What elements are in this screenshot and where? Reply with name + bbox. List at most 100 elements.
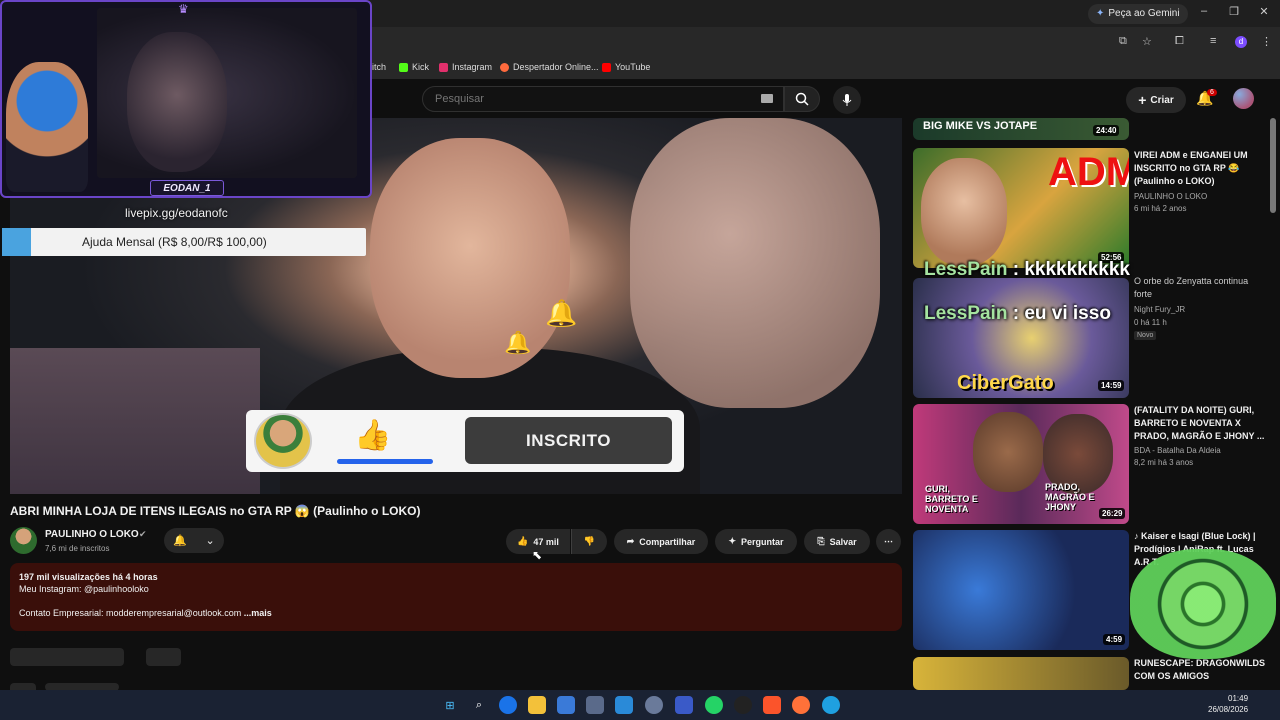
create-label: Criar	[1150, 94, 1174, 106]
video-title: RUNESCAPE: DRAGONWILDS COM OS AMIGOS	[1134, 658, 1266, 681]
save-button[interactable]: ⎘ Salvar	[804, 529, 870, 554]
windows-start-icon[interactable]: ⊞	[441, 696, 459, 714]
channel-name: Night Fury_JR	[1134, 305, 1186, 314]
remote-desktop-icon[interactable]	[615, 696, 633, 714]
bookmark-icon: ⎘	[817, 536, 825, 546]
youtube-icon	[602, 62, 611, 72]
calculator-icon[interactable]	[586, 696, 604, 714]
sparkle-icon: ✦	[728, 536, 737, 546]
channel-avatar[interactable]	[10, 527, 37, 554]
channel-name-link[interactable]: PAULINHO O LOKO	[45, 529, 139, 540]
video-duration: 24:40	[1093, 125, 1120, 136]
create-button[interactable]: + Criar	[1126, 87, 1186, 113]
chevron-down-icon: ⌄	[205, 535, 215, 547]
obs-icon[interactable]	[734, 696, 752, 714]
sidebar-item[interactable]: ADM 52:56 VIREI ADM e ENGANEI UM INSCRIT…	[913, 148, 1279, 268]
video-title: O orbe do Zenyatta continua forte	[1134, 276, 1249, 299]
search-input[interactable]	[422, 86, 784, 112]
media-controls-icon[interactable]: ≡	[1210, 35, 1216, 47]
settings-gear-icon[interactable]	[645, 696, 663, 714]
close-window-icon[interactable]: ✕	[1254, 5, 1274, 18]
thumbs-up-icon: 👍	[354, 419, 392, 452]
streamer-name-tag: EODAN_1	[150, 180, 224, 196]
video-title: (FATALITY DA NOITE) GURI, BARRETO E NOVE…	[1134, 405, 1265, 441]
system-clock[interactable]: 01:49 26/08/2026	[1208, 693, 1248, 715]
profile-avatar[interactable]: d	[1235, 36, 1247, 48]
bookmark-youtube[interactable]: YouTube	[602, 62, 650, 72]
video-duration: 4:59	[1103, 634, 1126, 645]
sidebar-item[interactable]: GURI, BARRETO E NOVENTA PRADO, MAGRÃO E …	[913, 404, 1279, 524]
verified-check-icon: ✔	[139, 529, 147, 539]
whatsapp-icon[interactable]	[705, 696, 723, 714]
microphone-icon	[842, 94, 852, 106]
crown-icon: ♛	[178, 2, 189, 16]
keyboard-icon[interactable]	[761, 94, 773, 103]
share-button[interactable]: ➦ Compartilhar	[614, 529, 708, 554]
account-avatar[interactable]	[1233, 88, 1254, 109]
search-button[interactable]	[784, 86, 820, 112]
dislike-button[interactable]: 👎	[571, 529, 607, 554]
minimize-icon[interactable]: –	[1194, 5, 1214, 17]
sidebar-item[interactable]: RUNESCAPE: DRAGONWILDS COM OS AMIGOS	[913, 657, 1279, 690]
share-label: Compartilhar	[639, 536, 696, 547]
show-more-link[interactable]: ...mais	[244, 608, 272, 618]
bookmark-despertador[interactable]: Despertador Online...	[500, 62, 599, 72]
ask-button[interactable]: ✦ Perguntar	[715, 529, 797, 554]
video-thumbnail: ADM	[913, 148, 1129, 268]
chat-username: LessPain	[924, 259, 1008, 280]
mouse-cursor-icon: ⬉	[532, 548, 543, 562]
notification-count-badge: 6	[1207, 89, 1217, 96]
clock-date: 26/08/2026	[1208, 705, 1249, 714]
ask-gemini-button[interactable]: ✦ Peça ao Gemini	[1088, 4, 1188, 24]
plus-icon: +	[1138, 92, 1147, 108]
sidebar-item[interactable]: BIG MIKE VS JOTAPE 24:40	[913, 118, 1279, 140]
channel-name: BDA - Batalha Da Aldeia	[1134, 446, 1221, 455]
video-title: VIREI ADM e ENGANEI UM INSCRITO no GTA R…	[1134, 150, 1248, 186]
extensions-icon[interactable]: ⧠	[1175, 35, 1184, 48]
like-count: 47 mil	[533, 536, 559, 547]
background-shelf	[10, 348, 260, 494]
brave-icon[interactable]	[763, 696, 781, 714]
clock-time: 01:49	[1228, 694, 1249, 703]
channel-avatar-overlay	[254, 413, 312, 469]
video-duration: 14:59	[1098, 380, 1125, 391]
bookmark-label: Despertador Online...	[513, 62, 599, 72]
chat-text: eu vi isso	[1024, 303, 1111, 324]
bookmark-label: YouTube	[615, 62, 651, 72]
bookmark-twitch[interactable]: itch	[372, 62, 386, 72]
restore-icon[interactable]: ❐	[1224, 5, 1244, 18]
search-icon[interactable]: ⌕	[470, 696, 488, 714]
sidebar-item[interactable]: CiberGato 14:59 O orbe do Zenyatta conti…	[913, 276, 1279, 398]
sidebar-scrollbar[interactable]	[1270, 118, 1276, 213]
share-arrow-icon: ➦	[626, 536, 635, 546]
bookmark-instagram[interactable]: Instagram	[439, 62, 492, 72]
chrome-icon[interactable]	[499, 696, 517, 714]
edge-icon[interactable]	[822, 696, 840, 714]
studio-app-icon[interactable]	[675, 696, 693, 714]
decorative-tree-overlay	[1130, 549, 1276, 659]
video-thumbnail	[913, 657, 1129, 690]
voice-search-button[interactable]	[833, 86, 861, 114]
more-horizontal-icon: ⋯	[884, 536, 893, 546]
video-description[interactable]: 197 mil visualizações há 4 horas Meu Ins…	[10, 563, 902, 631]
subscribed-overlay-button: INSCRITO	[465, 417, 672, 464]
video-meta: 0 há 11 h	[1134, 318, 1167, 327]
chat-text: kkkkkkkkkk	[1024, 259, 1130, 280]
video-person-hand	[630, 118, 880, 408]
video-meta: 6 mi há 2 anos	[1134, 204, 1187, 213]
file-explorer-icon[interactable]	[528, 696, 546, 714]
more-actions-button[interactable]: ⋯	[876, 529, 901, 554]
streamer-avatar-art	[6, 62, 88, 192]
kick-icon	[399, 62, 408, 72]
bookmark-kick[interactable]: Kick	[399, 62, 429, 72]
firefox-icon[interactable]	[792, 696, 810, 714]
menu-kebab-icon[interactable]: ⋮	[1261, 35, 1272, 48]
install-app-icon[interactable]: ⧉	[1119, 35, 1127, 48]
donation-goal-fill	[2, 228, 31, 256]
bookmark-star-icon[interactable]: ☆	[1142, 35, 1152, 48]
thumbnail-text: GURI, BARRETO E NOVENTA	[925, 484, 978, 514]
chat-username: LessPain	[924, 303, 1008, 324]
photos-icon[interactable]	[557, 696, 575, 714]
bookmark-label: itch	[372, 62, 387, 72]
subscribed-notifications-button[interactable]: 🔔 ⌄	[164, 528, 224, 553]
